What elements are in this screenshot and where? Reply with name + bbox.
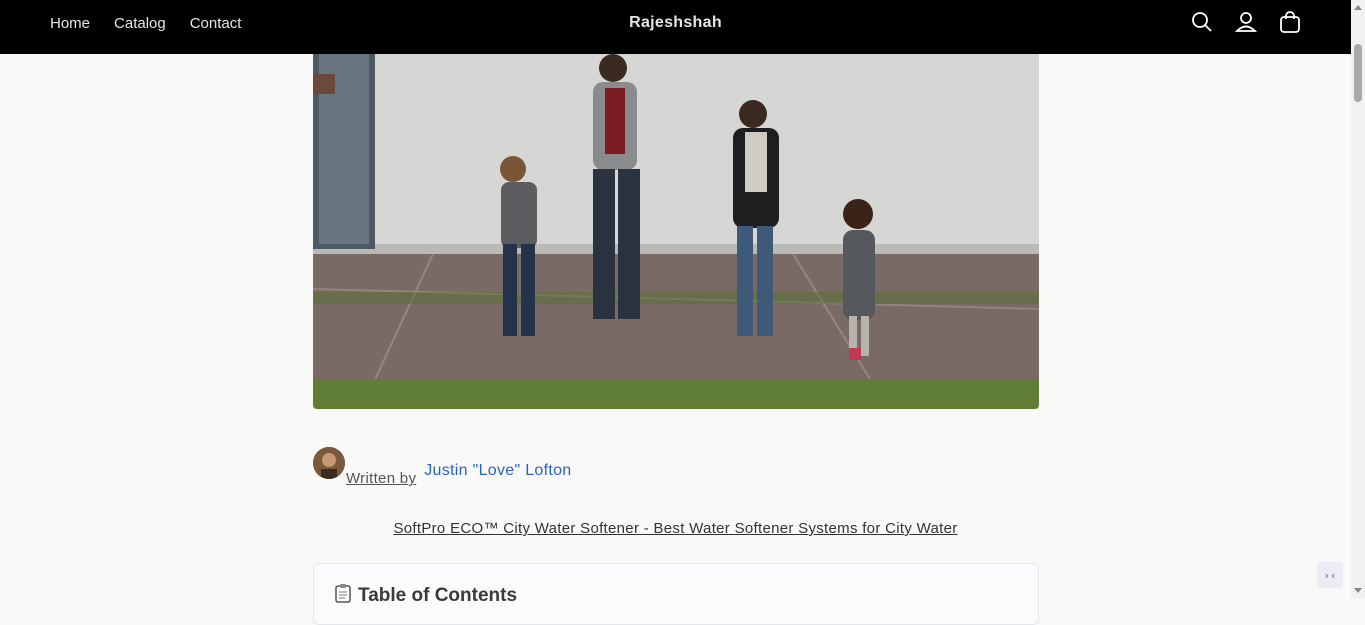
site-logo[interactable]: Rajeshshah: [0, 14, 1351, 32]
cart-icon[interactable]: [1279, 10, 1301, 34]
site-header: Home Catalog Contact Rajeshshah: [0, 0, 1351, 54]
scroll-down-arrow-icon[interactable]: [1354, 588, 1362, 593]
author-link[interactable]: Justin "Love" Lofton: [424, 462, 571, 480]
avatar: [313, 447, 345, 479]
written-by-label: Written by: [346, 470, 417, 487]
author-byline: Written by Justin "Love" Lofton: [313, 447, 571, 487]
account-icon[interactable]: [1235, 10, 1257, 34]
scrollbar[interactable]: [1351, 0, 1365, 598]
hero-image: [313, 54, 1039, 409]
chat-widget-icon[interactable]: ›‹: [1317, 562, 1343, 588]
table-of-contents: Table of Contents: [313, 563, 1039, 625]
scroll-up-arrow-icon[interactable]: [1354, 5, 1362, 10]
toc-title: Table of Contents: [358, 585, 518, 606]
product-link-text[interactable]: SoftPro ECO™ City Water Softener - Best …: [393, 520, 957, 537]
clipboard-icon: [334, 583, 352, 609]
toc-heading[interactable]: Table of Contents: [334, 583, 517, 609]
chat-widget-label: ›‹: [1323, 568, 1337, 582]
search-icon[interactable]: [1191, 10, 1213, 34]
scrollbar-thumb[interactable]: [1354, 44, 1362, 102]
product-link: SoftPro ECO™ City Water Softener - Best …: [0, 520, 1351, 537]
